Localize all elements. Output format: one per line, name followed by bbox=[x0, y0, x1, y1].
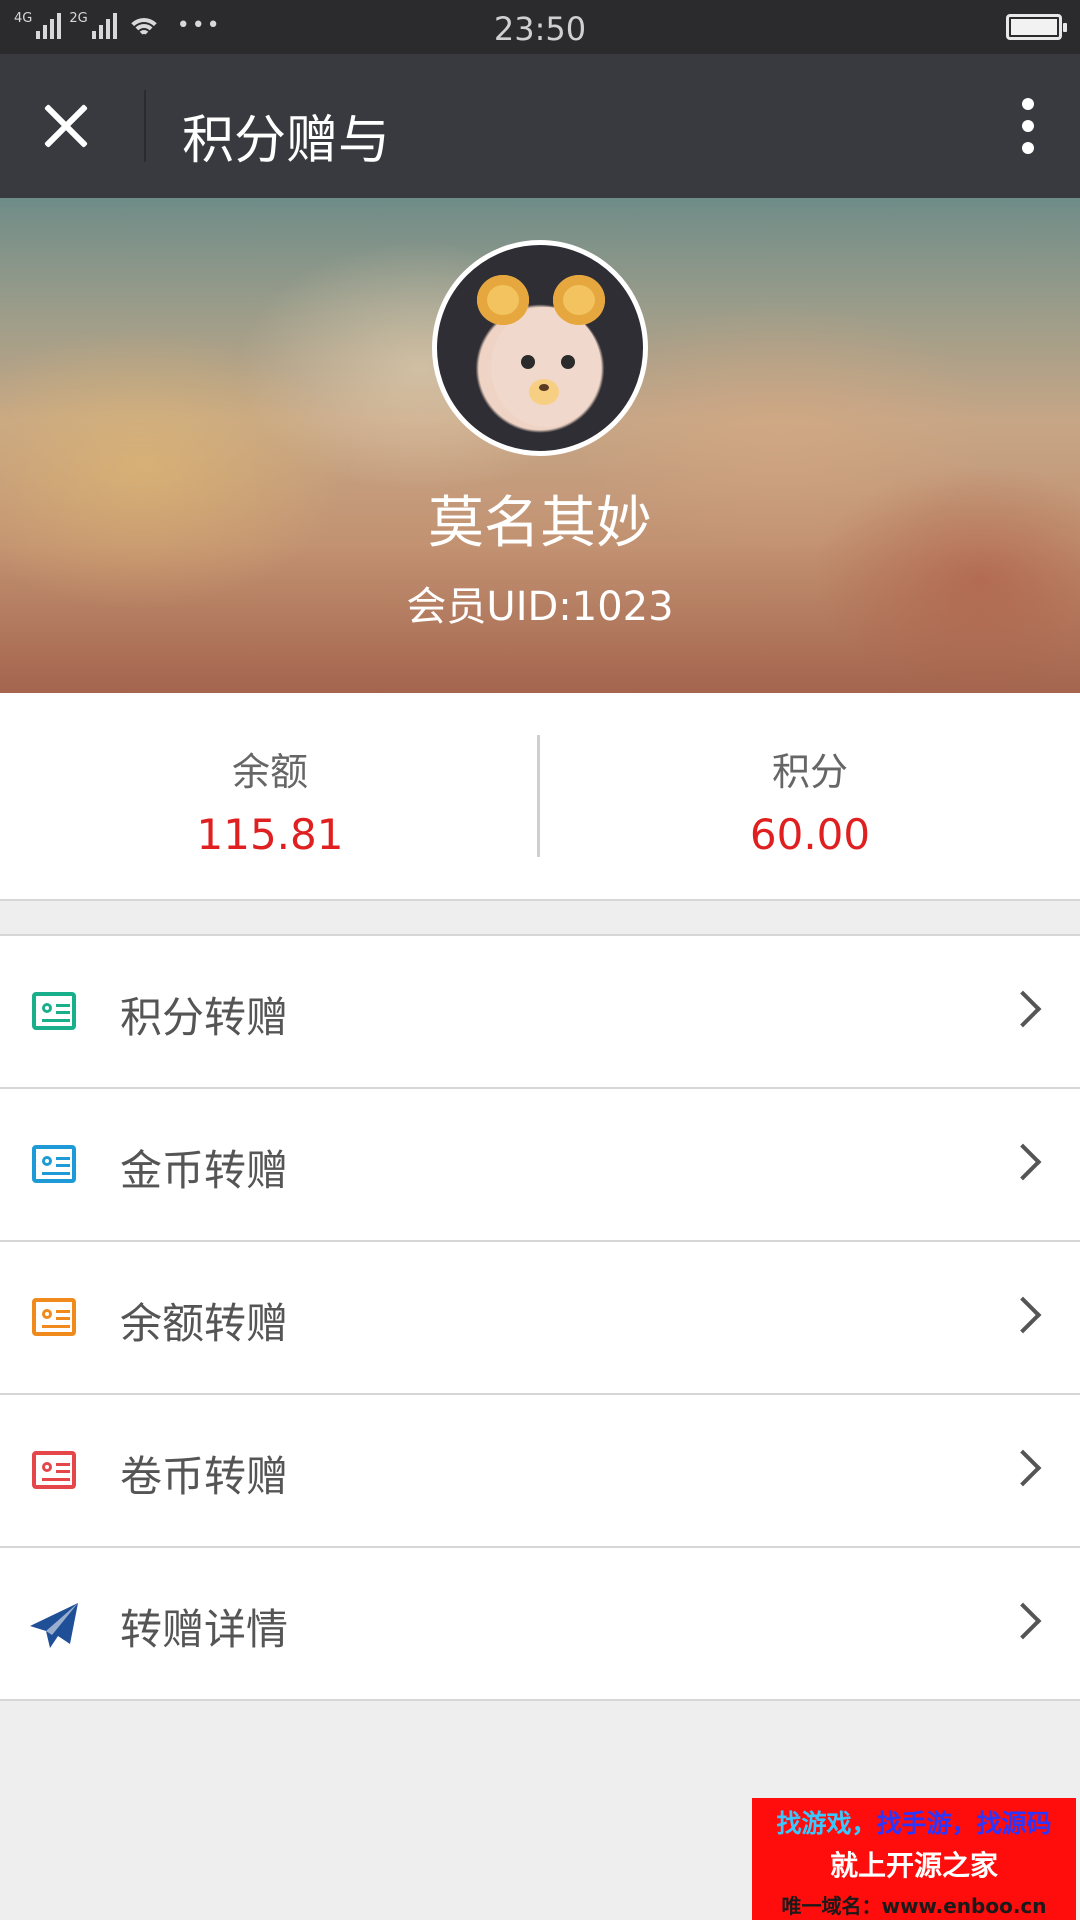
avatar[interactable] bbox=[432, 240, 648, 456]
id-card-icon bbox=[32, 1451, 76, 1489]
battery-icon bbox=[1006, 14, 1067, 40]
page-title: 积分赠与 bbox=[182, 111, 391, 171]
menu-item-label: 余额转赠 bbox=[120, 1299, 289, 1348]
menu-item-coin-transfer[interactable]: 金币转赠 bbox=[0, 1089, 1080, 1242]
user-name: 莫名其妙 bbox=[428, 491, 652, 556]
chevron-right-icon bbox=[1004, 1602, 1042, 1640]
points-value: 60.00 bbox=[749, 810, 871, 859]
status-time: 23:50 bbox=[493, 10, 587, 48]
status-bar: 4G 2G ••• 23:50 bbox=[0, 0, 1080, 54]
header-divider bbox=[144, 90, 146, 162]
chevron-right-icon bbox=[1004, 990, 1042, 1028]
profile-banner: 莫名其妙 会员UID:1023 bbox=[0, 198, 1080, 693]
watermark-line-1b: 找手游，找源码 bbox=[876, 1809, 1052, 1838]
chevron-right-icon bbox=[1004, 1449, 1042, 1487]
balance-value: 115.81 bbox=[196, 810, 344, 859]
menu-item-label: 积分转赠 bbox=[120, 993, 289, 1042]
watermark-line-2: 就上开源之家 bbox=[829, 1849, 998, 1882]
menu-item-label: 卷币转赠 bbox=[120, 1452, 289, 1501]
menu-item-transfer-details[interactable]: 转赠详情 bbox=[0, 1548, 1080, 1701]
menu-item-label: 转赠详情 bbox=[120, 1605, 289, 1654]
watermark-line-1: 找游戏，找手游，找源码 bbox=[752, 1804, 1076, 1840]
close-icon[interactable] bbox=[34, 94, 98, 158]
more-vertical-icon[interactable] bbox=[1008, 94, 1048, 158]
menu-item-points-transfer[interactable]: 积分转赠 bbox=[0, 936, 1080, 1089]
account-stats: 余额 115.81 积分 60.00 bbox=[0, 693, 1080, 901]
paper-plane-icon bbox=[30, 1603, 78, 1648]
points-stat[interactable]: 积分 60.00 bbox=[540, 741, 1080, 859]
watermark-banner: 找游戏，找手游，找源码 就上开源之家 唯一域名：www.enboo.cn bbox=[752, 1798, 1076, 1920]
transfer-menu: 积分转赠 金币转赠 余额转赠 卷币转赠 转赠详情 bbox=[0, 934, 1080, 1701]
chevron-right-icon bbox=[1004, 1296, 1042, 1334]
user-uid: 会员UID:1023 bbox=[406, 584, 674, 630]
watermark-line-1a: 找游戏， bbox=[776, 1809, 877, 1838]
id-card-icon bbox=[32, 1298, 76, 1336]
menu-item-label: 金币转赠 bbox=[120, 1146, 289, 1195]
id-card-icon bbox=[32, 992, 76, 1030]
app-header: 积分赠与 bbox=[0, 54, 1080, 198]
points-label: 积分 bbox=[771, 750, 848, 794]
balance-label: 余额 bbox=[231, 750, 308, 794]
watermark-line-3: 唯一域名：www.enboo.cn bbox=[781, 1894, 1047, 1918]
menu-item-balance-transfer[interactable]: 余额转赠 bbox=[0, 1242, 1080, 1395]
chevron-right-icon bbox=[1004, 1143, 1042, 1181]
id-card-icon bbox=[32, 1145, 76, 1183]
menu-item-voucher-transfer[interactable]: 卷币转赠 bbox=[0, 1395, 1080, 1548]
balance-stat[interactable]: 余额 115.81 bbox=[0, 741, 540, 859]
